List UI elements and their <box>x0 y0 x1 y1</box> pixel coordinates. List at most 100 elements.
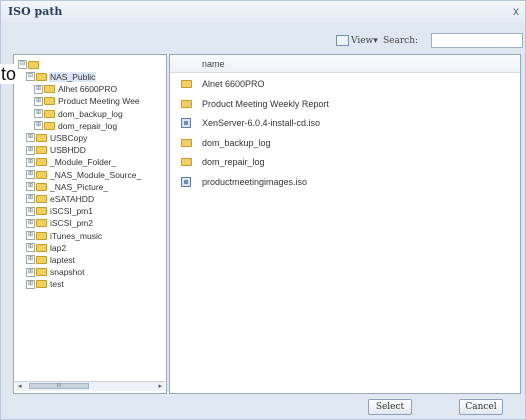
folder-icon <box>28 60 39 69</box>
tree-item[interactable]: ⊞ laptest <box>26 253 76 265</box>
tree-item[interactable]: ⊞ Product Meeting Wee <box>34 95 141 107</box>
tree-item[interactable]: ⊞ dom_repair_log <box>34 119 118 131</box>
tree-item-label: USBHDD <box>50 145 86 156</box>
folder-icon <box>36 158 47 167</box>
expand-icon[interactable]: ⊞ <box>26 145 35 155</box>
search-input[interactable] <box>431 33 523 48</box>
tree-item[interactable]: ⊟ NAS_Public <box>26 70 97 82</box>
list-item[interactable]: Alnet 6600PRO <box>170 75 520 93</box>
folder-icon <box>181 158 192 166</box>
tree-horizontal-scrollbar[interactable]: ◂ III ▸ <box>15 381 165 391</box>
tree-item[interactable]: ⊞ lap2 <box>26 241 67 253</box>
expand-icon[interactable]: ⊞ <box>26 255 35 265</box>
folder-icon <box>36 170 47 179</box>
folder-icon <box>36 194 47 203</box>
expand-icon[interactable]: ⊞ <box>34 84 43 94</box>
folder-icon <box>44 97 55 106</box>
tree-item[interactable]: ⊞ test <box>26 278 65 290</box>
tree-item-label <box>41 60 43 70</box>
expand-icon[interactable]: ⊞ <box>26 218 35 228</box>
expand-icon[interactable]: ⊞ <box>26 194 35 204</box>
expand-icon[interactable]: ⊞ <box>26 206 35 216</box>
scroll-left-icon[interactable]: ◂ <box>18 382 22 391</box>
list-item[interactable]: dom_backup_log <box>170 134 520 152</box>
tree-item-label: snapshot <box>50 267 85 278</box>
collapse-icon[interactable]: ⊟ <box>18 60 27 70</box>
expand-icon[interactable]: ⊞ <box>26 133 35 143</box>
tree-item-label: Alhet 6600PRO <box>58 84 118 95</box>
expand-icon[interactable]: ⊞ <box>26 267 35 277</box>
tree-item[interactable]: ⊞ iSCSI_pm2 <box>26 217 94 229</box>
tree-item[interactable]: ⊞ iSCSI_pm1 <box>26 204 94 216</box>
tree-item-label: dom_repair_log <box>58 120 118 131</box>
folder-icon <box>36 255 47 264</box>
folder-icon <box>36 146 47 155</box>
tree-item[interactable]: ⊞ iTunes_music <box>26 229 103 241</box>
column-header-name[interactable]: name <box>202 59 225 69</box>
tree-item-label: _NAS_Module_Source_ <box>50 169 142 180</box>
search-label: Search: <box>383 36 419 46</box>
tree-item[interactable]: ⊞ _Module_Folder_ <box>26 156 117 168</box>
tree-item-label: iTunes_music <box>50 230 103 241</box>
tree-item[interactable]: ⊞ snapshot <box>26 265 86 277</box>
view-icon <box>336 35 349 46</box>
list-item[interactable]: XenServer-6.0.4-install-cd.iso <box>170 114 520 132</box>
expand-icon[interactable]: ⊞ <box>26 231 35 241</box>
scrollbar-thumb[interactable]: III <box>29 383 89 389</box>
expand-icon[interactable]: ⊞ <box>34 96 43 106</box>
folder-icon <box>36 280 47 289</box>
tree-item-label: Product Meeting Wee <box>58 96 140 107</box>
scroll-right-icon[interactable]: ▸ <box>158 382 162 391</box>
close-icon[interactable]: x <box>513 4 519 18</box>
folder-icon <box>36 268 47 277</box>
folder-icon <box>44 85 55 94</box>
folder-icon <box>36 72 47 81</box>
tree-item-label: lap2 <box>50 242 67 253</box>
expand-icon[interactable]: ⊞ <box>26 157 35 167</box>
list-item[interactable]: dom_repair_log <box>170 153 520 171</box>
list-item[interactable]: productmeetingimages.iso <box>170 173 520 191</box>
toolbar: View▾ Search: <box>169 33 523 51</box>
tree-item[interactable]: ⊞ USBHDD <box>26 143 87 155</box>
tree-item[interactable]: ⊞ eSATAHDD <box>26 192 95 204</box>
cancel-button[interactable]: Cancel <box>459 399 503 415</box>
folder-icon <box>44 121 55 130</box>
overlay-text: to <box>0 64 18 84</box>
folder-tree: ⊟ ⊟ NAS_Public ⊞ Alhet 6600PRO ⊞ Product Meeti… <box>13 54 167 394</box>
expand-icon[interactable]: ⊞ <box>26 279 35 289</box>
folder-icon <box>36 182 47 191</box>
folder-icon <box>36 133 47 142</box>
folder-icon <box>36 207 47 216</box>
expand-icon[interactable]: ⊞ <box>34 109 43 119</box>
tree-item-label: eSATAHDD <box>50 193 95 204</box>
tree-item[interactable]: ⊞ USBCopy <box>26 131 88 143</box>
tree-item-label: NAS_Public <box>49 71 97 82</box>
expand-icon[interactable]: ⊞ <box>26 243 35 253</box>
folder-icon <box>36 243 47 252</box>
iso-path-dialog: ISO path x View▾ Search: ⊟ ⊟ NAS_Public ⊞ Al… <box>0 0 526 420</box>
tree-item[interactable]: ⊞ _NAS_Module_Source_ <box>26 168 142 180</box>
collapse-icon[interactable]: ⊟ <box>26 72 35 82</box>
tree-item-label: iSCSI_pm1 <box>50 206 93 217</box>
expand-icon[interactable]: ⊞ <box>26 182 35 192</box>
tree-item[interactable]: ⊟ <box>18 58 43 70</box>
folder-icon <box>181 138 192 147</box>
view-button[interactable]: View▾ <box>336 35 378 46</box>
list-item-name: dom_repair_log <box>202 157 265 167</box>
expand-icon[interactable]: ⊞ <box>26 170 35 180</box>
file-list: name Alnet 6600PRO Product Meeting Weekly… <box>169 54 521 394</box>
folder-icon <box>181 80 192 88</box>
list-item-name: Alnet 6600PRO <box>202 79 265 89</box>
expand-icon[interactable]: ⊞ <box>34 121 43 131</box>
tree-item[interactable]: ⊞ _NAS_Picture_ <box>26 180 109 192</box>
iso-file-icon <box>181 118 191 128</box>
list-item-name: dom_backup_log <box>202 137 271 148</box>
dialog-title: ISO path <box>8 5 63 18</box>
tree-item[interactable]: ⊞ Alhet 6600PRO <box>34 82 118 94</box>
select-button[interactable]: Select <box>368 399 412 415</box>
tree-item[interactable]: ⊞ dom_backup_log <box>34 107 124 119</box>
folder-icon <box>44 109 55 118</box>
list-item[interactable]: Product Meeting Weekly Report <box>170 95 520 113</box>
view-label: View▾ <box>351 36 378 46</box>
tree-item-label: USBCopy <box>50 132 88 143</box>
